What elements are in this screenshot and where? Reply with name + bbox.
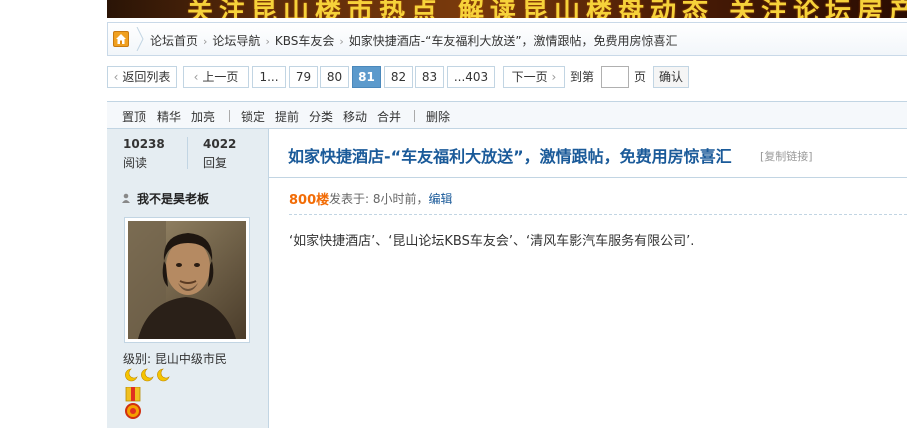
page-link-82[interactable]: 82	[384, 66, 413, 88]
avatar[interactable]	[124, 217, 250, 343]
confirm-page-button[interactable]: 确认	[653, 66, 689, 88]
posted-time: 发表于: 8小时前，	[329, 192, 429, 206]
thread-header: 10238 阅读 4022 回复 如家快捷酒店-“车友福利大放送”，激情跟帖，免…	[107, 129, 907, 178]
breadcrumb-nav[interactable]: 论坛导航	[212, 34, 260, 48]
mod-category-button[interactable]: 分类	[309, 108, 333, 125]
page-link-80[interactable]: 80	[320, 66, 349, 88]
stats-divider	[187, 137, 188, 169]
page-link-current[interactable]: 81	[352, 66, 381, 88]
top-banner[interactable]: 关注昆山楼市热点 解读昆山楼盘动态 关注论坛房产	[107, 0, 907, 18]
mod-move-button[interactable]: 移动	[343, 108, 367, 125]
goto-label: 到第	[570, 70, 595, 84]
page-number-input[interactable]	[601, 66, 629, 88]
edit-link[interactable]: 编辑	[429, 192, 453, 206]
online-status-icon	[122, 193, 130, 203]
toolbar-divider	[229, 110, 230, 122]
chevron-left-icon: ‹	[193, 70, 199, 84]
moderation-toolbar: 置顶 精华 加亮 锁定 提前 分类 移动 合并 删除	[107, 101, 907, 129]
page-link-last[interactable]: ...403	[447, 66, 495, 88]
author-level: 级别: 昆山中级市民	[123, 352, 227, 366]
breadcrumb-forum[interactable]: KBS车友会	[275, 34, 335, 48]
home-icon[interactable]	[113, 31, 129, 47]
replies-count: 4022	[203, 137, 237, 151]
toolbar-divider	[414, 110, 415, 122]
mod-sticky-button[interactable]: 置顶	[122, 108, 146, 125]
mod-bump-button[interactable]: 提前	[275, 108, 299, 125]
back-to-list-button[interactable]: ‹ 返回列表	[107, 66, 177, 88]
floor-number[interactable]: 800楼	[289, 189, 329, 208]
author-sidebar: 我不是昊老板 级别: 昆山中级市民	[107, 178, 269, 428]
copy-link-button[interactable]: [复制链接]	[760, 148, 813, 164]
post-content: ‘如家快捷酒店’、‘昆山论坛KBS车友会’、‘清风车影汽车服务有限公司’.	[289, 234, 695, 249]
thread-title: 如家快捷酒店-“车友福利大放送”，激情跟帖，免费用房惊喜汇	[288, 147, 732, 166]
banner-text: 关注昆山楼市热点 解读昆山楼盘动态 关注论坛房产	[187, 0, 907, 18]
mod-digest-button[interactable]: 精华	[157, 108, 181, 125]
page-unit-label: 页	[634, 70, 647, 84]
page-link-83[interactable]: 83	[415, 66, 444, 88]
author-name[interactable]: 我不是昊老板	[137, 190, 209, 207]
mod-highlight-button[interactable]: 加亮	[191, 108, 215, 125]
page-link-79[interactable]: 79	[289, 66, 318, 88]
post-divider	[289, 214, 907, 215]
mod-merge-button[interactable]: 合并	[377, 108, 401, 125]
breadcrumb-thread[interactable]: 如家快捷酒店-“车友福利大放送”，激情跟帖，免费用房惊喜汇	[349, 34, 678, 48]
thread-stats: 10238 阅读 4022 回复	[107, 129, 269, 178]
chevron-right-icon: ›	[265, 35, 270, 48]
chevron-left-icon: ‹	[113, 70, 119, 84]
chevron-right-icon: ›	[203, 35, 208, 48]
mod-lock-button[interactable]: 锁定	[241, 108, 265, 125]
forum-thread-page: 关注昆山楼市热点 解读昆山楼盘动态 关注论坛房产 论坛首页 › 论坛导航 › KBS车友…	[0, 0, 907, 428]
views-count: 10238	[123, 137, 165, 151]
chevron-right-icon: ›	[551, 70, 557, 84]
page-link-first[interactable]: 1...	[252, 66, 286, 88]
next-page-button[interactable]: 下一页 ›	[503, 66, 565, 88]
breadcrumb-separator-icon	[136, 27, 144, 51]
views-label: 阅读	[123, 156, 148, 170]
breadcrumb-home[interactable]: 论坛首页	[150, 34, 198, 48]
breadcrumb: 论坛首页 › 论坛导航 › KBS车友会 › 如家快捷酒店-“车友福利大放送”，激情跟帖，免…	[107, 22, 907, 56]
mod-delete-button[interactable]: 删除	[426, 108, 450, 125]
replies-label: 回复	[203, 156, 228, 170]
medal-icon	[125, 387, 141, 419]
post-meta: 发表于: 8小时前，编辑	[329, 190, 453, 207]
moon-rank-icon	[125, 368, 170, 382]
chevron-right-icon: ›	[339, 35, 344, 48]
prev-page-button[interactable]: ‹ 上一页	[183, 66, 249, 88]
